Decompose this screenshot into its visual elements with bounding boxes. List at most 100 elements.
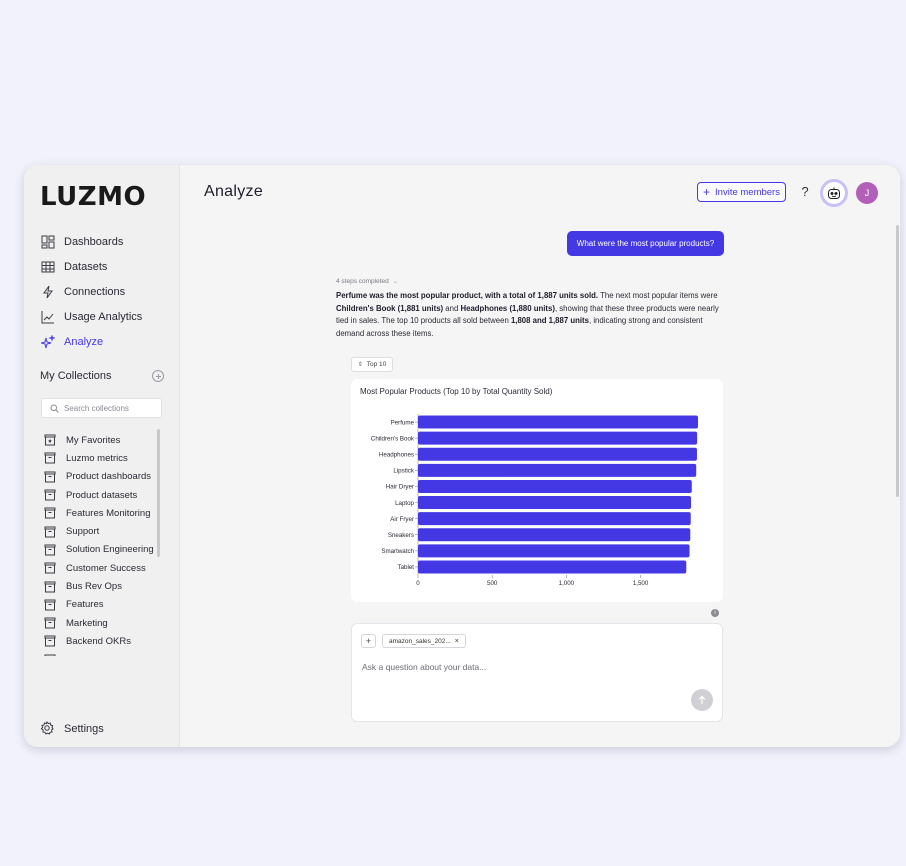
steps-toggle[interactable]: 4 steps completed ⌄ bbox=[336, 278, 398, 285]
add-dataset-button[interactable]: + bbox=[361, 634, 376, 648]
bar bbox=[418, 463, 697, 477]
collection-label: My Favorites bbox=[66, 434, 121, 446]
collection-item[interactable]: Luzmo metrics bbox=[44, 449, 160, 467]
chat-input-card: + amazon_sales_202... × bbox=[351, 623, 723, 722]
collections-scrollbar[interactable] bbox=[157, 429, 160, 557]
bar bbox=[418, 496, 692, 510]
collection-label: Features bbox=[66, 599, 104, 611]
collection-label: Marketing bbox=[66, 617, 108, 629]
nav-item-connections[interactable]: Connections bbox=[40, 279, 172, 304]
page-title: Analyze bbox=[204, 183, 264, 200]
sparkle-icon bbox=[40, 334, 56, 350]
x-tick-label: 1,000 bbox=[559, 580, 575, 587]
collection-icon bbox=[44, 562, 56, 574]
main-nav: Dashboards Datasets Connections Usage An… bbox=[40, 229, 172, 354]
arrow-up-icon bbox=[698, 695, 706, 704]
collection-item[interactable]: Product datasets bbox=[44, 486, 160, 504]
add-collection-icon[interactable] bbox=[152, 370, 164, 382]
collection-label: Backend OKRs bbox=[66, 635, 131, 647]
nav-item-usage-analytics[interactable]: Usage Analytics bbox=[40, 304, 172, 329]
sidebar: LUZMO Dashboards Datasets Connections Us… bbox=[24, 165, 180, 747]
collection-item[interactable]: Bus Rev Ops bbox=[44, 577, 160, 595]
dataset-chip-label: amazon_sales_202... bbox=[389, 637, 451, 645]
collection-item[interactable]: Features bbox=[44, 596, 160, 614]
y-tick-label: Lipstick bbox=[393, 468, 415, 475]
collection-item[interactable]: Product dashboards bbox=[44, 468, 160, 486]
collection-item[interactable] bbox=[44, 651, 160, 656]
collection-item[interactable]: My Favorites bbox=[44, 431, 160, 449]
bar bbox=[418, 528, 691, 542]
bar bbox=[418, 415, 698, 429]
collection-item[interactable]: Solution Engineering bbox=[44, 541, 160, 559]
table-icon bbox=[40, 259, 56, 275]
send-button[interactable] bbox=[691, 689, 713, 711]
nav-label: Analyze bbox=[64, 335, 104, 348]
invite-label: Invite members bbox=[715, 186, 780, 198]
y-tick-label: Laptop bbox=[395, 500, 414, 507]
nav-item-datasets[interactable]: Datasets bbox=[40, 254, 172, 279]
main-scrollbar[interactable] bbox=[896, 225, 899, 497]
bar bbox=[418, 544, 690, 558]
collection-item[interactable]: Customer Success bbox=[44, 559, 160, 577]
nav-item-dashboards[interactable]: Dashboards bbox=[40, 229, 172, 254]
collection-item[interactable]: Marketing bbox=[44, 614, 160, 632]
user-avatar[interactable]: J bbox=[856, 182, 878, 204]
collection-item[interactable]: Features Monitoring bbox=[44, 504, 160, 522]
chevron-down-icon: ⌄ bbox=[392, 279, 398, 285]
collections-search[interactable]: Search collections bbox=[41, 398, 162, 418]
invite-members-button[interactable]: + Invite members bbox=[697, 182, 786, 202]
favorite-folder-icon bbox=[44, 434, 56, 446]
bar bbox=[418, 560, 687, 574]
plug-icon bbox=[40, 284, 56, 300]
nav-label: Connections bbox=[64, 285, 126, 298]
sort-icon: ⇕ bbox=[357, 362, 363, 368]
collections-list: My Favorites Luzmo metrics Product dashb… bbox=[44, 431, 160, 656]
answer-bold: Children's Book (1,881 units) bbox=[336, 303, 444, 313]
y-tick-label: Tablet bbox=[397, 564, 414, 571]
trend-icon bbox=[40, 309, 56, 325]
y-tick-label: Perfume bbox=[391, 419, 415, 426]
dashboard-icon bbox=[40, 234, 56, 250]
bar-chart: Perfume Children's Book Headphones Lipstick… bbox=[371, 414, 698, 587]
collection-icon bbox=[44, 635, 56, 647]
dataset-chip[interactable]: amazon_sales_202... × bbox=[382, 634, 466, 648]
y-tick-label: Sneakers bbox=[388, 532, 414, 539]
remove-dataset-icon[interactable]: × bbox=[455, 638, 459, 645]
collection-icon bbox=[44, 489, 56, 501]
collection-icon bbox=[44, 471, 56, 483]
collection-label: Customer Success bbox=[66, 562, 146, 574]
help-icon[interactable]: ? bbox=[799, 184, 811, 199]
luzmo-logo[interactable]: LUZMO bbox=[40, 182, 146, 212]
settings-link[interactable]: Settings bbox=[40, 721, 104, 737]
collection-label: Luzmo metrics bbox=[66, 452, 128, 464]
collection-label: Bus Rev Ops bbox=[66, 581, 122, 593]
gear-icon bbox=[40, 721, 56, 737]
ask-question-input[interactable] bbox=[362, 662, 702, 672]
y-tick-label: Smartwatch bbox=[381, 548, 414, 555]
bar bbox=[418, 479, 692, 493]
collection-icon bbox=[44, 654, 56, 656]
y-tick-label: Air Fryer bbox=[390, 516, 414, 523]
answer-text: The next most popular items were bbox=[598, 291, 718, 300]
collection-icon bbox=[44, 507, 56, 519]
app-window: LUZMO Dashboards Datasets Connections Us… bbox=[24, 165, 900, 747]
collection-label: Product dashboards bbox=[66, 471, 152, 483]
top-chip-label: Top 10 bbox=[366, 361, 387, 368]
collection-item[interactable]: Backend OKRs bbox=[44, 632, 160, 650]
search-icon bbox=[50, 404, 59, 413]
collections-header: My Collections bbox=[40, 370, 164, 382]
collection-icon bbox=[44, 599, 56, 611]
nav-label: Dashboards bbox=[64, 235, 124, 248]
collection-item[interactable]: Support bbox=[44, 522, 160, 540]
assistant-avatar-icon[interactable] bbox=[820, 179, 848, 207]
assistant-answer: Perfume was the most popular product, wi… bbox=[336, 290, 724, 340]
info-icon[interactable]: i bbox=[711, 609, 719, 617]
settings-label: Settings bbox=[64, 723, 104, 735]
answer-text: and bbox=[443, 303, 461, 313]
collection-label: Product datasets bbox=[66, 489, 138, 501]
y-tick-label: Hair Dryer bbox=[386, 484, 414, 491]
bar bbox=[418, 512, 691, 526]
nav-item-analyze[interactable]: Analyze bbox=[40, 329, 172, 354]
x-tick-label: 1,500 bbox=[633, 580, 649, 587]
top-n-selector[interactable]: ⇕ Top 10 bbox=[351, 357, 393, 372]
